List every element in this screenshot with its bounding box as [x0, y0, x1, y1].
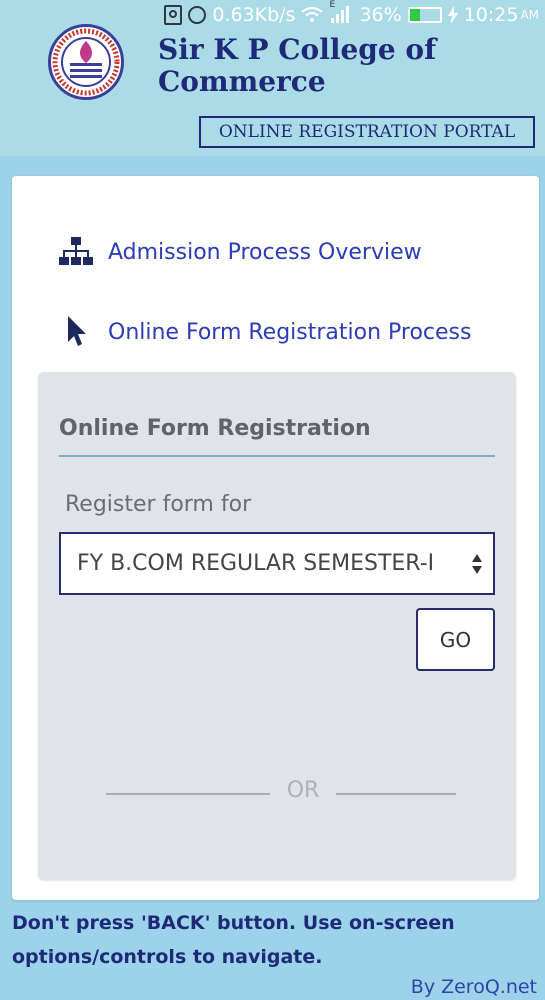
status-bar-icons: 0.63Kb/s E 36% 10:25 AM	[164, 0, 539, 26]
alarm-icon	[188, 6, 207, 24]
battery-percent: 36%	[359, 4, 402, 26]
panel-divider	[59, 455, 495, 457]
clock-time: 10:25	[463, 4, 519, 26]
battery-icon	[407, 7, 442, 23]
sitemap-icon	[59, 237, 93, 265]
charging-icon	[447, 6, 458, 24]
or-line-left	[106, 793, 270, 795]
nav-admission-process-overview-label: Admission Process Overview	[108, 239, 422, 265]
footer-credit[interactable]: By ZeroQ.net	[411, 976, 537, 998]
network-speed: 0.63Kb/s	[212, 4, 296, 26]
portal-label: ONLINE REGISTRATION PORTAL	[199, 116, 535, 148]
college-name: Sir K P College of Commerce	[158, 34, 518, 98]
pointer-icon	[68, 316, 86, 346]
battery-level	[409, 9, 421, 21]
go-button[interactable]: GO	[416, 608, 495, 671]
nav-admission-process-overview[interactable]: Admission Process Overview	[58, 234, 422, 270]
college-emblem-icon	[52, 28, 120, 96]
main-card: Admission Process Overview Online Form R…	[12, 176, 539, 900]
clock-ampm: AM	[520, 8, 539, 22]
panel-title: Online Form Registration	[59, 416, 371, 441]
or-label: OR	[286, 778, 320, 803]
nav-online-form-registration-process[interactable]: Online Form Registration Process	[58, 314, 471, 350]
course-select-value: FY B.COM REGULAR SEMESTER-I	[77, 551, 435, 576]
college-name-line1: Sir K P College of	[158, 33, 437, 66]
or-separator: OR	[106, 778, 456, 808]
register-form-label: Register form for	[65, 492, 252, 517]
select-arrows-icon	[472, 554, 482, 574]
cell-signal-icon: E	[329, 0, 353, 24]
or-line-right	[336, 793, 456, 795]
college-logo	[48, 24, 124, 100]
college-header: Sir K P College of Commerce ONLINE REGIS…	[0, 24, 545, 156]
course-select[interactable]: FY B.COM REGULAR SEMESTER-I	[59, 532, 495, 595]
college-name-line2: Commerce	[158, 65, 326, 98]
location-icon	[164, 5, 183, 25]
nav-online-form-registration-process-label: Online Form Registration Process	[108, 319, 472, 345]
navigation-warning: Don't press 'BACK' button. Use on-screen…	[12, 912, 455, 968]
registration-panel: Online Form Registration Register form f…	[38, 372, 516, 880]
wifi-icon	[301, 7, 324, 22]
